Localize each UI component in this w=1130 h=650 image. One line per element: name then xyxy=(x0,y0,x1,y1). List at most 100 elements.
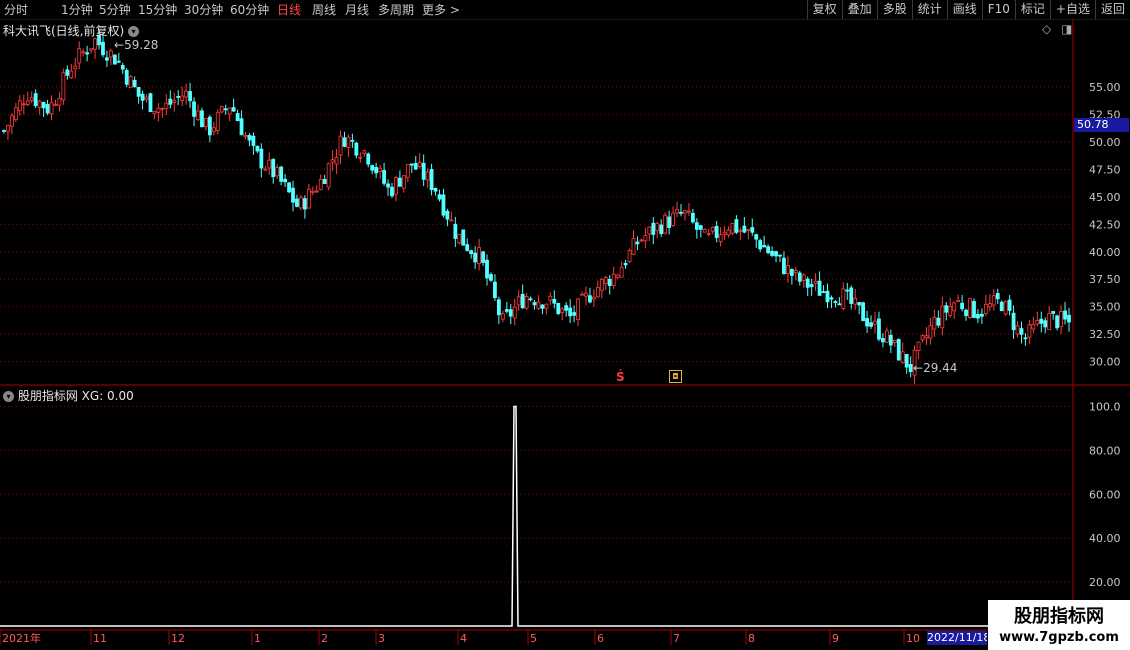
candle-body xyxy=(69,70,74,79)
event-marker-icon[interactable]: ◘ xyxy=(669,370,682,383)
candle-body xyxy=(687,210,691,213)
candle-body xyxy=(560,308,565,313)
candle-body xyxy=(734,219,739,233)
period-tab-60min[interactable]: 60分钟 xyxy=(230,2,269,18)
axes: 55.0052.5050.0047.5045.0042.5040.0037.50… xyxy=(0,18,1130,645)
candle-body xyxy=(235,113,240,122)
period-tab-multi[interactable]: 多周期 xyxy=(378,2,414,18)
candle-body xyxy=(1031,323,1036,330)
price-tick-label: 50.00 xyxy=(1089,136,1121,149)
candle-body xyxy=(275,167,280,177)
candle-body xyxy=(61,72,66,101)
candle-body xyxy=(378,167,383,172)
overlay-button[interactable]: 叠加 xyxy=(841,0,877,19)
candle-body xyxy=(215,112,220,131)
candle-body xyxy=(817,280,822,296)
period-tab-1min[interactable]: 1分钟 xyxy=(61,2,93,18)
period-tab-monthly[interactable]: 月线 xyxy=(345,2,369,18)
period-tab-fenshi[interactable]: 分时 xyxy=(4,2,28,18)
candle-body xyxy=(2,130,6,132)
candle-body xyxy=(346,136,351,148)
candle-body xyxy=(429,168,434,190)
period-tab-daily[interactable]: 日线 xyxy=(277,2,301,18)
candle-body xyxy=(263,168,268,171)
candle-body xyxy=(762,244,767,248)
candle-body xyxy=(516,296,521,306)
candle-body xyxy=(144,96,149,100)
candle-body xyxy=(310,190,315,193)
candle-body xyxy=(45,104,50,114)
candle-body xyxy=(564,305,569,311)
time-tick-label: 2 xyxy=(321,632,328,645)
candle-body xyxy=(441,194,446,216)
candle-body xyxy=(873,320,877,325)
candle-body xyxy=(972,301,976,318)
candle-body xyxy=(172,100,177,103)
arrow-left-icon: ← xyxy=(114,38,125,52)
period-tab-30min[interactable]: 30分钟 xyxy=(184,2,223,18)
candle-body xyxy=(829,297,834,300)
candle-body xyxy=(976,314,980,319)
multi-stock-button[interactable]: 多股 xyxy=(876,0,912,19)
candle-body xyxy=(382,170,386,184)
add-favorite-button[interactable]: +自选 xyxy=(1049,0,1095,19)
candle-body xyxy=(370,165,375,171)
candle-body xyxy=(1015,325,1020,335)
candle-body xyxy=(17,100,22,112)
candle-body xyxy=(809,284,814,288)
candle-body xyxy=(544,303,549,309)
candle-body xyxy=(196,110,200,120)
f10-button[interactable]: F10 xyxy=(981,0,1015,19)
candle-body xyxy=(65,69,70,76)
candle-body xyxy=(489,274,493,281)
restore-rights-button[interactable]: 复权 xyxy=(806,0,842,19)
candle-body xyxy=(1051,310,1056,314)
indicator-tick-label: 100.0 xyxy=(1089,401,1121,414)
candle-body xyxy=(821,291,826,294)
candle-body xyxy=(789,269,794,276)
draw-line-button[interactable]: 画线 xyxy=(946,0,982,19)
candle-body xyxy=(1027,324,1032,338)
candle-body xyxy=(184,90,189,98)
candle-body xyxy=(398,177,402,187)
low-price-label: 29.44 xyxy=(923,361,958,375)
layout-toggle-icon[interactable]: ◨ xyxy=(1061,22,1072,36)
candle-body xyxy=(101,41,105,56)
candle-body xyxy=(251,135,256,146)
candle-body xyxy=(690,212,695,223)
price-tick-label: 47.50 xyxy=(1089,163,1121,176)
candle-body xyxy=(928,325,933,339)
price-tick-label: 42.50 xyxy=(1089,218,1121,231)
signal-s-icon: Ś xyxy=(616,370,625,384)
low-price-marker: ←29.44 xyxy=(913,361,957,375)
candle-body xyxy=(607,278,612,287)
candle-body xyxy=(833,301,838,303)
diamond-icon[interactable]: ◇ xyxy=(1042,22,1051,36)
candle-body xyxy=(89,48,94,51)
candle-body xyxy=(857,302,862,306)
indicator-value: XG: 0.00 xyxy=(81,389,134,403)
candle-body xyxy=(964,309,968,317)
time-axis-end-label: 2022/11/18 xyxy=(927,631,987,645)
candle-body xyxy=(449,219,454,222)
candle-body xyxy=(908,364,913,373)
period-tab-15min[interactable]: 15分钟 xyxy=(138,2,177,18)
period-tab-5min[interactable]: 5分钟 xyxy=(99,2,131,18)
chevron-down-icon[interactable]: ▾ xyxy=(128,26,140,37)
candle-body xyxy=(330,159,335,163)
candle-body xyxy=(299,196,303,209)
period-tab-more[interactable]: 更多 > xyxy=(422,2,460,18)
candle-body xyxy=(512,306,517,319)
period-tab-weekly[interactable]: 周线 xyxy=(312,2,336,18)
candle-body xyxy=(845,289,850,292)
time-tick-label: 1 xyxy=(254,632,261,645)
candle-body xyxy=(786,265,790,275)
back-button[interactable]: 返回 xyxy=(1094,0,1130,19)
mark-button[interactable]: 标记 xyxy=(1014,0,1050,19)
candle-body xyxy=(1007,299,1012,311)
statistics-button[interactable]: 统计 xyxy=(911,0,947,19)
candle-body xyxy=(374,167,379,174)
candle-body xyxy=(556,302,561,315)
candle-body xyxy=(1003,301,1008,315)
chevron-down-icon[interactable]: ▾ xyxy=(3,391,14,402)
